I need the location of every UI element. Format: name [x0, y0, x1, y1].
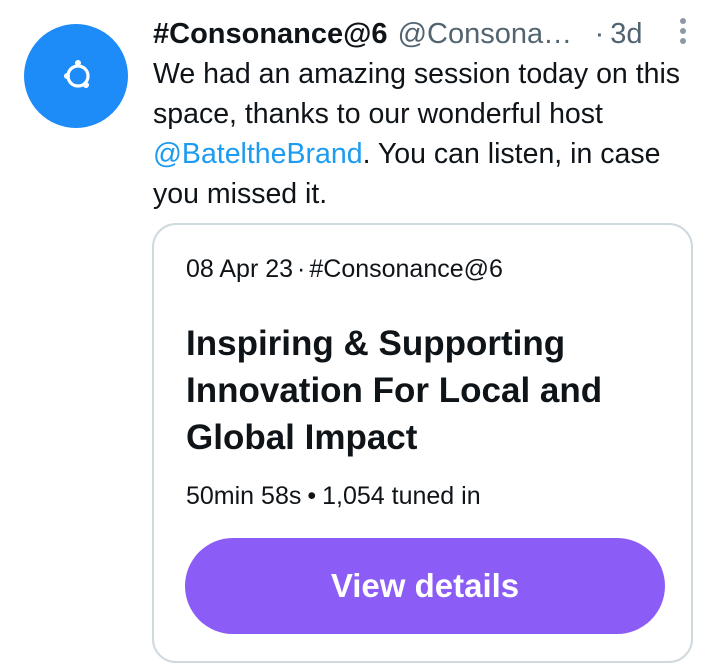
space-title: Inspiring & Supporting Innovation For Lo… — [186, 324, 603, 457]
header-separator: · — [594, 17, 605, 50]
space-host: #Consonance@6 — [309, 255, 503, 283]
space-card[interactable]: 08 Apr 23 · #Consonance@6 Inspiring & Supp… — [152, 223, 693, 663]
mention-link[interactable]: @BateltheBrand — [153, 138, 363, 170]
tweet-timestamp[interactable]: 3d — [610, 18, 642, 51]
view-details-button[interactable]: View details — [185, 538, 665, 634]
orbit-logo-icon — [64, 60, 90, 88]
space-listeners: 1,054 tuned in — [322, 482, 481, 510]
tweet-header: #Consonance@6 @Consonan... · 3d — [153, 14, 698, 54]
space-meta-separator: · — [297, 255, 306, 283]
tweet-text: We had an amazing session today on this … — [153, 54, 698, 214]
space-meta: 08 Apr 23 · #Consonance@6 — [186, 255, 503, 284]
space-date: 08 Apr 23 — [186, 255, 294, 283]
space-stats: 50min 58s • 1,054 tuned in — [186, 482, 481, 511]
space-duration: 50min 58s — [186, 482, 302, 510]
display-name[interactable]: #Consonance@6 — [153, 18, 388, 51]
stats-bullet: • — [307, 482, 317, 510]
tweet-text-start: We had an amazing session today on this … — [153, 58, 681, 130]
user-handle[interactable]: @Consonan... — [398, 18, 581, 51]
tweet[interactable]: #Consonance@6 @Consonan... · 3d We had a… — [0, 0, 718, 669]
more-vertical-icon[interactable] — [678, 18, 688, 48]
avatar[interactable] — [24, 24, 128, 128]
